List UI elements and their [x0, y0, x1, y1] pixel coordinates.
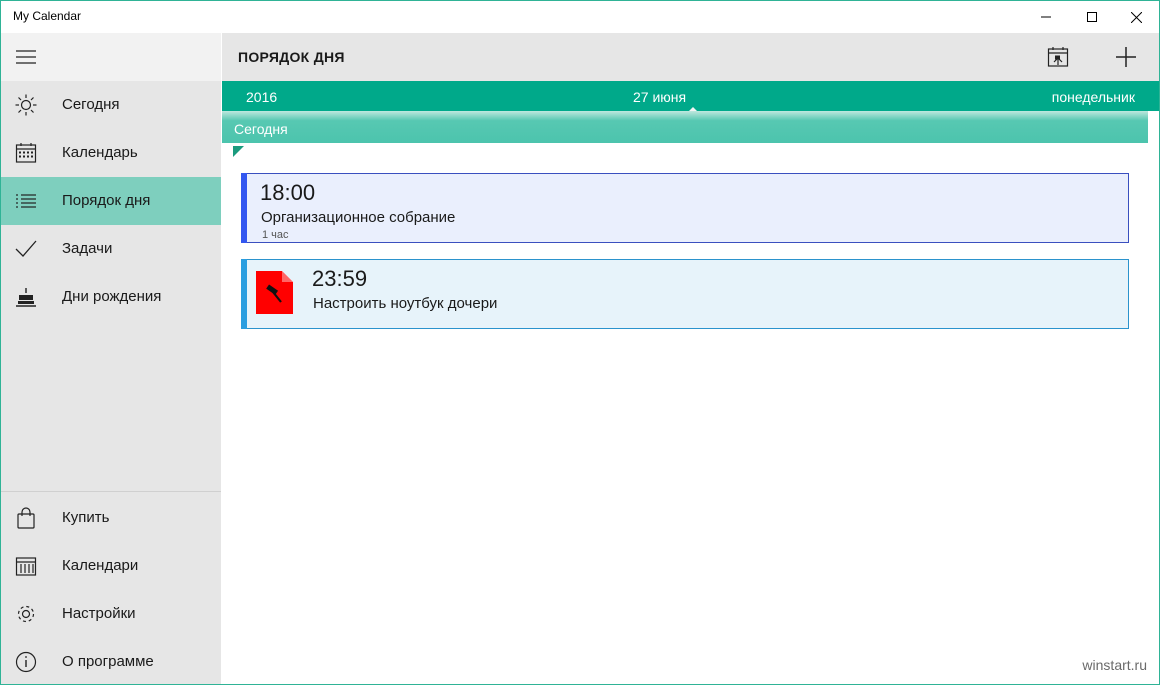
calendar-jump-icon [1047, 47, 1069, 67]
go-to-today-button[interactable] [1044, 43, 1072, 71]
sun-icon [14, 93, 38, 117]
app-title: My Calendar [13, 9, 82, 23]
add-event-button[interactable] [1112, 43, 1140, 71]
minimize-button[interactable] [1023, 1, 1069, 33]
sidebar-item-label: О программе [62, 653, 154, 670]
watermark: winstart.ru [1082, 657, 1147, 673]
sidebar-item-label: Купить [62, 509, 110, 526]
event-title: Организационное собрание [261, 209, 456, 226]
date-weekday: понедельник [1051, 89, 1135, 105]
plus-icon [1116, 47, 1136, 67]
title-bar: My Calendar [1, 1, 1159, 33]
info-icon [14, 650, 38, 674]
today-section-header: Сегодня [222, 111, 1148, 143]
hammer-task-icon [256, 271, 293, 314]
agenda-event[interactable]: 18:00 Организационное собрание 1 час [241, 173, 1129, 243]
sidebar-item-label: Порядок дня [62, 192, 151, 209]
sidebar-item-label: Сегодня [62, 96, 120, 113]
sidebar-item-agenda[interactable]: Порядок дня [1, 177, 221, 225]
date-day: 27 июня [633, 89, 687, 105]
checkmark-icon [14, 237, 38, 261]
minimize-icon [1041, 16, 1051, 18]
app-window: My Calendar Сегодня Календарь Порядок дн… [0, 0, 1160, 685]
hamburger-icon [16, 50, 36, 64]
event-time: 18:00 [260, 180, 316, 205]
maximize-icon [1087, 12, 1097, 22]
sidebar-item-label: Задачи [62, 240, 113, 257]
page-header: ПОРЯДОК ДНЯ [222, 33, 1159, 81]
shopping-bag-icon [14, 506, 38, 530]
event-color-bar [241, 173, 247, 243]
calendar-icon [14, 141, 38, 165]
event-title: Настроить ноутбук дочери [313, 295, 498, 312]
agenda-task[interactable]: 23:59 Настроить ноутбук дочери [241, 259, 1129, 329]
event-time: 23:59 [312, 266, 368, 291]
sidebar-item-today[interactable]: Сегодня [1, 81, 221, 129]
date-bar[interactable]: 2016 27 июня понедельник [222, 81, 1159, 113]
today-label: Сегодня [234, 121, 288, 137]
sidebar-item-buy[interactable]: Купить [1, 494, 221, 542]
event-duration: 1 час [262, 229, 289, 241]
event-color-bar [241, 259, 247, 329]
page-title: ПОРЯДОК ДНЯ [238, 49, 345, 65]
gear-icon [14, 602, 38, 626]
sidebar-item-label: Календарь [62, 144, 138, 161]
list-icon [14, 189, 38, 213]
day-marker [233, 146, 244, 157]
calendars-icon [14, 554, 38, 578]
sidebar-item-birthdays[interactable]: Дни рождения [1, 273, 221, 321]
sidebar-item-about[interactable]: О программе [1, 638, 221, 684]
close-icon [1130, 11, 1142, 23]
hamburger-menu-button[interactable] [1, 33, 221, 81]
sidebar-item-settings[interactable]: Настройки [1, 590, 221, 638]
sidebar-item-tasks[interactable]: Задачи [1, 225, 221, 273]
sidebar-item-label: Дни рождения [62, 288, 162, 305]
sidebar-item-label: Настройки [62, 605, 136, 622]
cake-icon [14, 285, 38, 309]
date-year: 2016 [246, 89, 278, 105]
close-button[interactable] [1113, 1, 1159, 33]
sidebar-item-calendars[interactable]: Календари [1, 542, 221, 590]
maximize-button[interactable] [1069, 1, 1115, 33]
sidebar-item-calendar[interactable]: Календарь [1, 129, 221, 177]
sidebar-divider [1, 491, 221, 492]
sidebar-item-label: Календари [62, 557, 139, 574]
sidebar: Сегодня Календарь Порядок дня Задачи Дни… [1, 33, 221, 684]
